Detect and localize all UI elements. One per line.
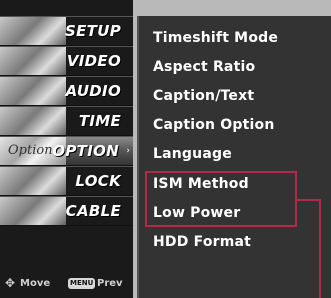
option-hdd-format[interactable]: HDD Format xyxy=(153,234,251,250)
menu-key-badge: MENU xyxy=(68,278,96,289)
time-thumbnail xyxy=(0,107,66,135)
option-timeshift-mode[interactable]: Timeshift Mode xyxy=(153,30,278,46)
chevron-right-icon: › xyxy=(126,146,130,156)
menu-item-lock[interactable]: LOCK xyxy=(0,166,133,196)
option-thumbnail-text: Option xyxy=(8,143,53,158)
menu-item-label: LOCK xyxy=(75,172,121,190)
move-label: Move xyxy=(20,278,51,289)
callout-highlight-box xyxy=(145,171,297,227)
move-arrows-icon: ✥ xyxy=(5,276,16,290)
menu-item-label: OPTION xyxy=(52,142,119,160)
menu-item-label: SETUP xyxy=(65,22,121,40)
option-caption-text[interactable]: Caption/Text xyxy=(153,88,254,104)
menu-item-label: CABLE xyxy=(65,202,121,220)
option-submenu: Timeshift Mode Aspect Ratio Caption/Text… xyxy=(137,16,331,298)
option-caption-option[interactable]: Caption Option xyxy=(153,117,275,133)
main-menu: SETUP VIDEO AUDIO TIME Option OPTION › L… xyxy=(0,0,133,298)
menu-item-label: TIME xyxy=(78,112,121,130)
option-language[interactable]: Language xyxy=(153,146,232,162)
menu-item-option[interactable]: Option OPTION › xyxy=(0,136,133,166)
menu-item-setup[interactable]: SETUP xyxy=(0,16,133,46)
option-aspect-ratio[interactable]: Aspect Ratio xyxy=(153,59,255,75)
menu-item-label: VIDEO xyxy=(66,52,121,70)
lock-thumbnail xyxy=(0,167,66,195)
menu-item-video[interactable]: VIDEO xyxy=(0,46,133,76)
audio-thumbnail xyxy=(0,77,66,105)
menu-item-label: AUDIO xyxy=(65,82,121,100)
video-thumbnail xyxy=(0,47,66,75)
cable-thumbnail xyxy=(0,197,66,225)
callout-connector-horizontal xyxy=(297,199,321,201)
menu-item-audio[interactable]: AUDIO xyxy=(0,76,133,106)
navigation-hint: ✥ Move MENU Prev xyxy=(0,272,133,298)
callout-connector-vertical xyxy=(319,199,321,298)
menu-item-cable[interactable]: CABLE xyxy=(0,196,133,226)
menu-item-time[interactable]: TIME xyxy=(0,106,133,136)
setup-thumbnail xyxy=(0,17,66,45)
prev-label: Prev xyxy=(97,278,123,289)
